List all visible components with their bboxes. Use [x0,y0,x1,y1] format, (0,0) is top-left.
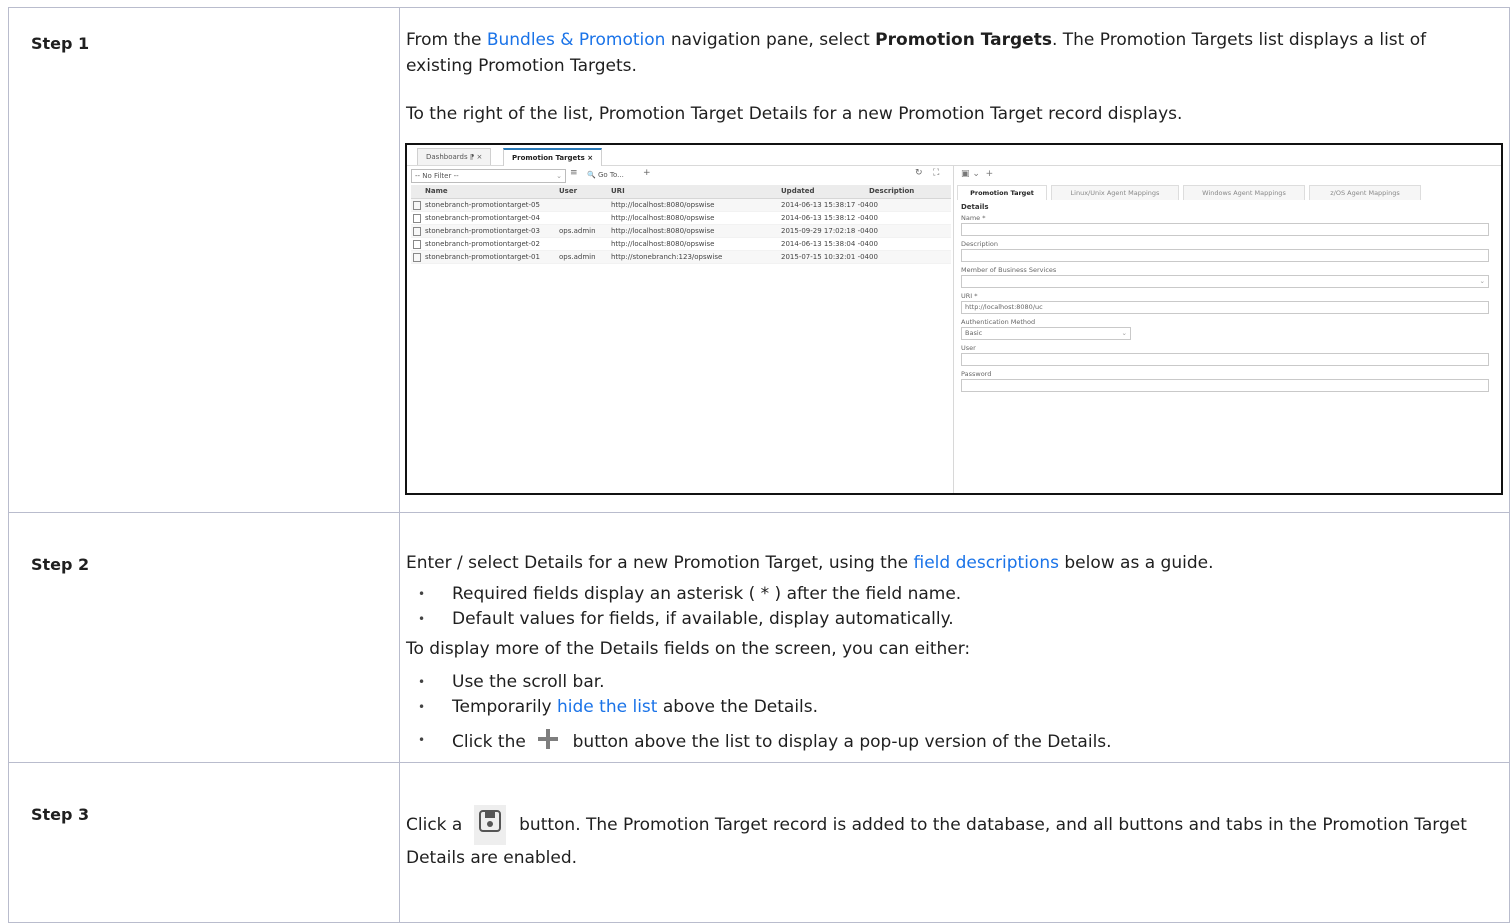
promotion-target-details: ▣ ⌄ + Promotion Target Linux/Unix Agent … [955,165,1501,493]
record-icon [413,201,421,210]
field-label: Description [961,240,999,248]
detail-toolbar: ▣ ⌄ + [961,169,994,179]
table-cell: 2014-06-13 15:38:17 -0400 [781,201,878,209]
table-cell: stonebranch-promotiontarget-03 [425,227,540,235]
table-row: stonebranch-promotiontarget-02 http://loc… [411,238,951,251]
step-label: Step 2 [31,555,90,574]
field-label: URI * [961,292,978,300]
table-cell: stonebranch-promotiontarget-01 [425,253,540,261]
step-row: Step 2 Enter / select Details for a new … [8,512,1510,763]
step1-paragraph-2: To the right of the list, Promotion Targ… [406,104,1183,124]
save-icon [473,805,506,845]
table-cell: stonebranch-promotiontarget-04 [425,214,540,222]
step-content-cell: From the Bundles & Promotion navigation … [399,7,1510,513]
authentication-method-field: Basic ⌄ [961,327,1131,340]
business-services-field: ⌄ [961,275,1489,288]
detail-tab: z/OS Agent Mappings [1309,185,1421,200]
table-cell: 2014-06-13 15:38:04 -0400 [781,240,878,248]
promotion-targets-tab: Promotion Targets × [503,148,603,166]
step3-paragraph: Click a button. The Promotion Target rec… [400,805,1509,871]
step2-paragraph-2: To display more of the Details fields on… [406,639,971,659]
record-icon [413,240,421,249]
user-field [961,353,1489,366]
table-row: stonebranch-promotiontarget-01 ops.admin h… [411,251,951,264]
table-row: stonebranch-promotiontarget-04 http://loc… [411,212,951,225]
hide-the-list-link[interactable]: hide the list [557,697,657,717]
details-form: Details Name * Description Member of Bus… [961,203,1489,396]
details-heading: Details [961,203,989,211]
table-row: stonebranch-promotiontarget-03 ops.admin h… [411,225,951,238]
table-cell: 2015-09-29 17:02:18 -0400 [781,227,878,235]
list-item: Temporarily hide the list above the Deta… [406,695,1509,720]
step-row: Step 3 Click a button. The Promotion Tar… [8,762,1510,923]
step-label: Step 1 [31,34,90,53]
detail-tab: Promotion Target [957,185,1047,200]
table-cell: http://localhost:8080/opswise [611,227,715,235]
bullet-list: Required fields display an asterisk ( * … [400,582,1509,632]
password-field [961,379,1489,392]
list-item: Use the scroll bar. [406,670,1509,695]
name-field [961,223,1489,236]
list-item: Required fields display an asterisk ( * … [406,582,1509,607]
expand-icon: ⛶ [933,168,940,178]
dashboards-tab: Dashboards ⁋ × [417,148,492,165]
table-cell: stonebranch-promotiontarget-02 [425,240,540,248]
field-label: Password [961,370,992,378]
bullet-list: Use the scroll bar. Temporarily hide the… [400,670,1509,758]
step-label-cell: Step 2 [8,512,400,763]
screenshot-tab-bar: Dashboards ⁋ × Promotion Targets × [407,145,1501,166]
list-toolbar: -- No Filter -- ⌄ ≡ 🔍 Go To... + ↻ ⛶ [407,166,952,184]
filter-select: -- No Filter -- ⌄ [411,169,566,183]
plus-icon [537,728,559,758]
list-item: Click the button above the list to displ… [406,728,1509,758]
field-label: User [961,344,976,352]
record-icon [413,214,421,223]
record-icon [413,227,421,236]
field-label: Name * [961,214,986,222]
step-label-cell: Step 1 [8,7,400,513]
list-item: Default values for fields, if available,… [406,607,1509,632]
table-cell: http://localhost:8080/opswise [611,201,715,209]
detail-tabs: Promotion Target Linux/Unix Agent Mappin… [957,185,1421,200]
step-row: Step 1 From the Bundles & Promotion navi… [8,7,1510,513]
step-label: Step 3 [31,805,90,824]
bundles-promotion-link[interactable]: Bundles & Promotion [487,30,666,50]
uri-field: http://localhost:8080/uc [961,301,1489,314]
field-descriptions-link[interactable]: field descriptions [914,553,1059,573]
field-label: Member of Business Services [961,266,1057,274]
detail-tab: Linux/Unix Agent Mappings [1051,185,1179,200]
table-cell: 2014-06-13 15:38:12 -0400 [781,214,878,222]
table-cell: ops.admin [559,227,596,235]
step-label-cell: Step 3 [8,762,400,923]
steps-table: Step 1 From the Bundles & Promotion navi… [8,7,1510,923]
table-cell: 2015-07-15 10:32:01 -0400 [781,253,878,261]
table-cell: stonebranch-promotiontarget-05 [425,201,540,209]
filter-icon: ≡ [570,168,578,178]
refresh-icon: ↻ [915,168,923,178]
table-cell: http://localhost:8080/opswise [611,214,715,222]
record-icon [413,253,421,262]
step1-paragraph-1: From the Bundles & Promotion navigation … [406,30,1427,76]
table-cell: ops.admin [559,253,596,261]
field-label: Authentication Method [961,318,1036,326]
promotion-targets-screenshot: Dashboards ⁋ × Promotion Targets × -- No… [405,143,1503,495]
detail-tab: Windows Agent Mappings [1183,185,1305,200]
table-cell: http://localhost:8080/opswise [611,240,715,248]
add-icon: + [643,168,651,178]
table-cell: http://stonebranch:123/opswise [611,253,723,261]
description-field [961,249,1489,262]
table-row: stonebranch-promotiontarget-05 http://loc… [411,199,951,212]
list-header: Name User URI Updated Description [411,185,951,199]
step2-paragraph-1: Enter / select Details for a new Promoti… [406,553,1214,573]
step-content-cell: Enter / select Details for a new Promoti… [399,512,1510,763]
step-content-cell: Click a button. The Promotion Target rec… [399,762,1510,923]
promotion-targets-list: Name User URI Updated Description stoneb… [411,185,951,264]
goto-button: 🔍 Go To... [587,171,624,179]
